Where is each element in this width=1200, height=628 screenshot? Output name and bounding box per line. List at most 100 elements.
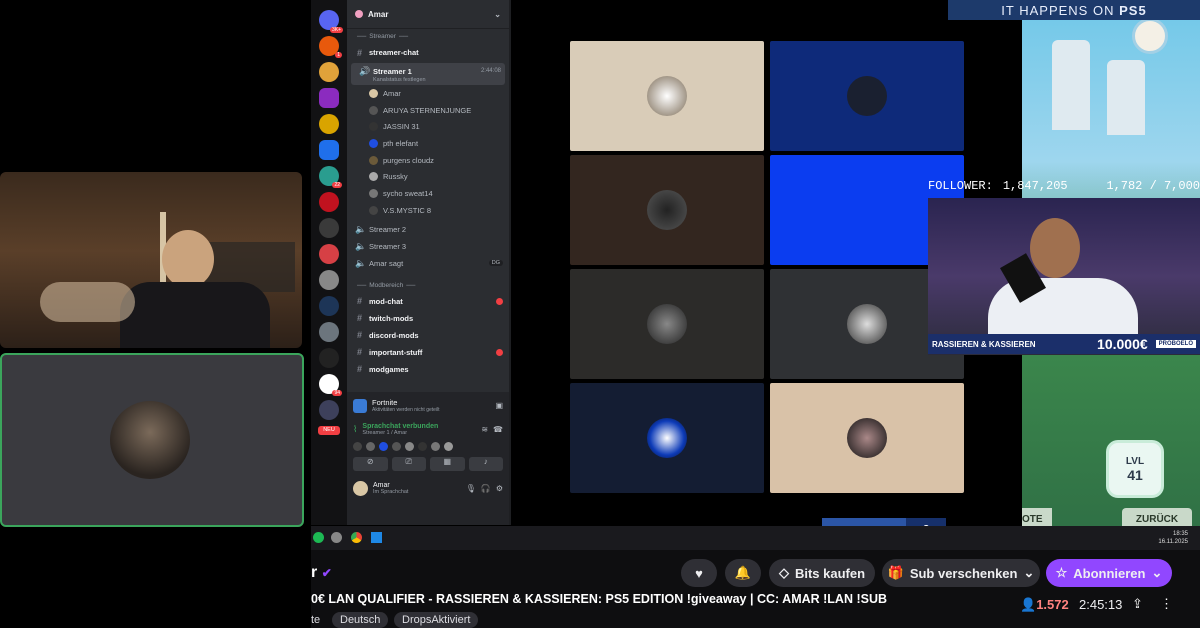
server-header[interactable]: Amar ⌄ xyxy=(347,0,509,29)
follower-goal: 1,782 / 7,000 xyxy=(1106,179,1200,193)
chevron-down-icon: ⌄ xyxy=(1023,565,1035,580)
taskbar: 18:35 16.11.2025 xyxy=(311,526,1200,550)
account-bar: Amar Im Sprachchat 🎙 🎧 ⚙ xyxy=(347,475,509,502)
soundboard-button[interactable]: ♪ xyxy=(468,457,503,471)
voice-tile[interactable] xyxy=(570,269,764,379)
buy-bits-button[interactable]: ◇ Bits kaufen xyxy=(769,559,875,587)
channel-streamer-chat[interactable]: # streamer-chat xyxy=(347,44,509,61)
share-icon[interactable]: ⇪ xyxy=(1132,596,1143,612)
gear-icon[interactable]: ⚙ xyxy=(496,484,503,493)
voice-member[interactable]: ARUYA STERNENJUNGE xyxy=(347,102,509,119)
guild-icon[interactable] xyxy=(319,348,339,368)
chevron-down-icon[interactable]: ⌄ xyxy=(494,10,501,19)
gift-sub-button[interactable]: 🎁 Sub verschenken ⌄ xyxy=(882,559,1040,587)
channel-mod-chat[interactable]: # mod-chat xyxy=(347,293,509,310)
guild-icon[interactable]: 22 xyxy=(319,166,342,188)
guild-list: 3K+ 1 22 94 NEU xyxy=(311,0,347,525)
guild-icon[interactable] xyxy=(319,322,339,342)
tag-deutsch[interactable]: Deutsch xyxy=(332,612,389,628)
avatar[interactable] xyxy=(353,481,368,496)
follow-heart-button[interactable]: ♥ xyxy=(681,559,717,587)
user-limit-badge: DG xyxy=(488,260,503,266)
voice-timer: 2:44:08 xyxy=(480,68,501,74)
guild-icon[interactable] xyxy=(319,192,339,212)
more-options-icon[interactable]: ⋮ xyxy=(1160,596,1173,612)
voice-tile[interactable] xyxy=(570,383,764,493)
voice-member[interactable]: Russky xyxy=(347,168,509,185)
guild-icon[interactable] xyxy=(319,140,339,160)
guild-icon[interactable]: 94 xyxy=(319,374,342,396)
stream-uptime: 2:45:13 xyxy=(1079,597,1123,612)
player-avatar xyxy=(1132,18,1168,54)
microphone-icon[interactable]: 🎙 xyxy=(466,484,476,493)
chrome-icon[interactable] xyxy=(351,532,362,543)
guild-icon[interactable] xyxy=(319,296,339,316)
channel-voice-streamer2[interactable]: 🔈 Streamer 2 xyxy=(347,221,509,238)
guild-icon[interactable] xyxy=(319,88,339,108)
channel-important-stuff[interactable]: # important-stuff xyxy=(347,344,509,361)
voice-member[interactable]: pth elefant xyxy=(347,135,509,152)
voice-tile[interactable] xyxy=(570,155,764,265)
screen-share-icon[interactable]: ▣ xyxy=(495,401,503,410)
voice-member[interactable]: JASSIN 31 xyxy=(347,118,509,135)
tag-drops[interactable]: DropsAktiviert xyxy=(394,612,479,628)
channel-status[interactable]: Kanalstatus festlegen xyxy=(351,77,505,83)
clock[interactable]: 18:35 16.11.2025 xyxy=(1158,530,1188,546)
subscribe-button[interactable]: ☆ Abonnieren ⌄ xyxy=(1046,559,1172,587)
channel-modgames[interactable]: # modgames xyxy=(347,361,509,378)
headphones-icon[interactable]: 🎧 xyxy=(481,484,491,493)
guild-icon[interactable] xyxy=(319,218,339,238)
server-icon xyxy=(355,10,363,18)
discord-home-icon[interactable]: 3K+ xyxy=(319,10,343,33)
channel-amar-sagt[interactable]: 🔈 Amar sagt DG xyxy=(347,255,509,272)
section-header[interactable]: ── Streamer ── xyxy=(347,29,509,44)
channel-name[interactable]: r ✔ xyxy=(311,564,332,582)
camera-off-button[interactable]: ⊘ xyxy=(353,457,388,471)
speaker-icon: 🔈 xyxy=(355,223,367,234)
screenshare-button[interactable]: ⎚ xyxy=(391,457,426,471)
person-head xyxy=(162,230,214,288)
section-header-mod[interactable]: ── Modbereich ── xyxy=(347,278,509,293)
trophy-icon[interactable] xyxy=(319,114,339,134)
voice-status[interactable]: ⌇ Sprachchat verbunden Streamer 1 / Amar… xyxy=(347,419,509,440)
channel-discord-mods[interactable]: # discord-mods xyxy=(347,327,509,344)
streamer-webcam xyxy=(928,198,1200,355)
channel-voice-streamer1[interactable]: 🔊 Streamer 1 2:44:08 Kanalstatus festleg… xyxy=(351,63,505,85)
voice-member[interactable]: Amar xyxy=(347,85,509,102)
channel-voice-streamer3[interactable]: 🔈 Streamer 3 xyxy=(347,238,509,255)
activities-button[interactable]: ▦ xyxy=(430,457,465,471)
voice-tile[interactable] xyxy=(770,41,964,151)
guild-icon[interactable] xyxy=(319,62,339,82)
tower xyxy=(1107,60,1145,135)
noise-suppression-icon[interactable]: ≋ xyxy=(481,425,488,434)
guild-icon[interactable] xyxy=(319,244,339,264)
avatar xyxy=(847,76,887,116)
badge: 1 xyxy=(335,52,342,58)
channel-twitch-mods[interactable]: # twitch-mods xyxy=(347,310,509,327)
guild-icon[interactable] xyxy=(319,400,339,420)
spotify-icon[interactable] xyxy=(313,532,324,543)
guild-icon[interactable] xyxy=(319,270,339,290)
guild-icon[interactable]: 1 xyxy=(319,36,342,58)
tag[interactable]: te xyxy=(311,612,320,628)
avatar xyxy=(647,418,687,458)
app-icon[interactable] xyxy=(331,532,342,543)
sponsor-banner: IT HAPPENS ON PS5 xyxy=(948,0,1200,20)
badge: 3K+ xyxy=(329,27,343,33)
voice-member[interactable]: sycho sweat14 xyxy=(347,185,509,202)
voice-member[interactable]: purgens cloudz xyxy=(347,152,509,169)
avatar xyxy=(647,190,687,230)
activity-card[interactable]: Fortnite Aktivitäten werden nicht geteil… xyxy=(347,392,509,419)
voice-member[interactable]: V.S.MYSTIC 8 xyxy=(347,202,509,219)
app-icon[interactable] xyxy=(371,532,382,543)
avatar xyxy=(847,304,887,344)
verified-icon: ✔ xyxy=(321,566,332,580)
stream-title: 0€ LAN QUALIFIER - RASSIEREN & KASSIEREN… xyxy=(311,592,888,606)
bell-icon: 🔔 xyxy=(734,565,752,580)
disconnect-icon[interactable]: ☎ xyxy=(493,425,503,434)
notification-bell-button[interactable]: 🔔 xyxy=(725,559,761,587)
voice-tile[interactable] xyxy=(770,383,964,493)
avatar xyxy=(647,76,687,116)
voice-tile[interactable] xyxy=(570,41,764,151)
speaker-icon: 🔈 xyxy=(355,240,367,251)
